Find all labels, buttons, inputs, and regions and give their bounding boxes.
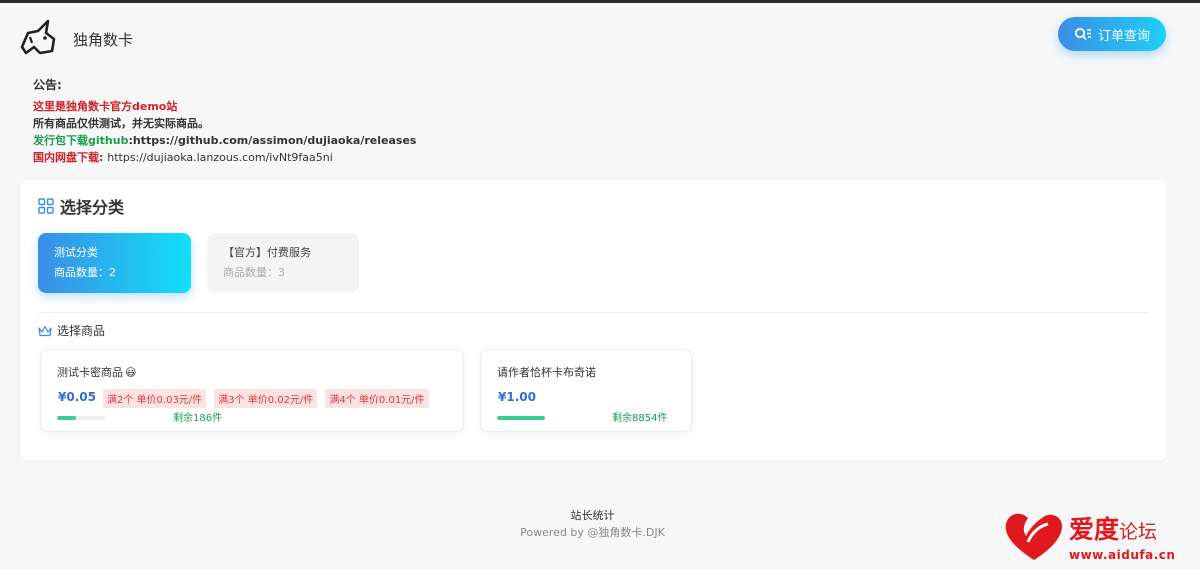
goods-name: 测试卡密商品 😃	[57, 364, 136, 380]
netdisk-label: 国内网盘下载:	[33, 151, 104, 164]
category-name: 测试分类	[54, 246, 98, 259]
order-query-label: 订单查询	[1097, 28, 1150, 44]
category-count: 商品数量：2	[54, 266, 116, 279]
announcement: 公告: 这里是独角数卡官方demo站 所有商品仅供测试，并无实际商品。 发行包下…	[33, 77, 416, 166]
crown-icon	[38, 325, 52, 336]
goods-title-text: 选择商品	[57, 324, 106, 338]
category-title-text: 选择分类	[60, 198, 125, 217]
order-query-button[interactable]: 订单查询	[1058, 17, 1166, 51]
category-card-test[interactable]: 测试分类 商品数量：2	[38, 233, 191, 293]
watermark-text: 爱度论坛	[1069, 510, 1157, 546]
smile-emoji-icon: 😃	[125, 365, 137, 379]
wholesale-tags: 满2个 单价0.03元/件 满3个 单价0.02元/件 满4个 单价0.01元/…	[103, 389, 429, 408]
stock-remaining: 剩余186件	[173, 413, 223, 424]
wholesale-tag: 满2个 单价0.03元/件	[103, 389, 207, 408]
github-link[interactable]: :https://github.com/assimon/dujiaoka/rel…	[128, 134, 416, 147]
goods-price: ¥0.05	[58, 390, 96, 404]
goods-name-text: 测试卡密商品	[57, 366, 123, 379]
shop-panel: 选择分类 测试分类 商品数量：2 【官方】付费服务 商品数量：3 选择商品 测试…	[20, 180, 1166, 460]
watermark-url: www.aidufa.cn	[1069, 548, 1176, 562]
category-count: 商品数量：3	[223, 266, 285, 279]
header: 独角数卡 订单查询	[0, 3, 1200, 69]
category-card-official[interactable]: 【官方】付费服务 商品数量：3	[207, 233, 359, 293]
stock-remaining: 剩余8854件	[612, 413, 668, 424]
category-name: 【官方】付费服务	[223, 246, 311, 259]
watermark: 爱度论坛 www.aidufa.cn	[1002, 508, 1192, 568]
stock-progress-fill	[497, 416, 545, 420]
goods-name-text: 请作者恰杯卡布奇诺	[497, 366, 596, 379]
grid-icon	[38, 198, 54, 214]
goods-card[interactable]: 测试卡密商品 😃 ¥0.05 满2个 单价0.03元/件 满3个 单价0.02元…	[40, 349, 464, 432]
watermark-main: 爱度	[1069, 515, 1120, 544]
goods-section-title: 选择商品	[38, 322, 105, 339]
search-list-icon	[1074, 27, 1091, 41]
heart-logo-icon	[1005, 513, 1062, 560]
github-label: 发行包下载github	[33, 134, 129, 147]
stock-progress-bar	[57, 416, 105, 420]
goods-name: 请作者恰杯卡布奇诺	[497, 364, 596, 380]
divider	[38, 312, 1150, 313]
announcement-title: 公告:	[33, 78, 62, 92]
goods-price: ¥1.00	[498, 390, 536, 404]
netdisk-link[interactable]: https://dujiaoka.lanzous.com/ivNt9faa5ni	[107, 151, 333, 164]
stock-progress-bar	[497, 416, 545, 420]
announcement-line: 所有商品仅供测试，并无实际商品。	[33, 117, 209, 130]
watermark-sub: 论坛	[1119, 521, 1158, 543]
brand-name[interactable]: 独角数卡	[73, 29, 133, 50]
wholesale-tag: 满4个 单价0.01元/件	[325, 389, 429, 408]
unicorn-logo-icon[interactable]	[18, 17, 60, 57]
goods-card[interactable]: 请作者恰杯卡布奇诺 ¥1.00 剩余8854件	[480, 349, 692, 432]
announcement-line: 这里是独角数卡官方demo站	[33, 100, 178, 113]
stock-progress-fill	[57, 416, 77, 420]
category-section-title: 选择分类	[38, 194, 124, 218]
wholesale-tag: 满3个 单价0.02元/件	[214, 389, 318, 408]
